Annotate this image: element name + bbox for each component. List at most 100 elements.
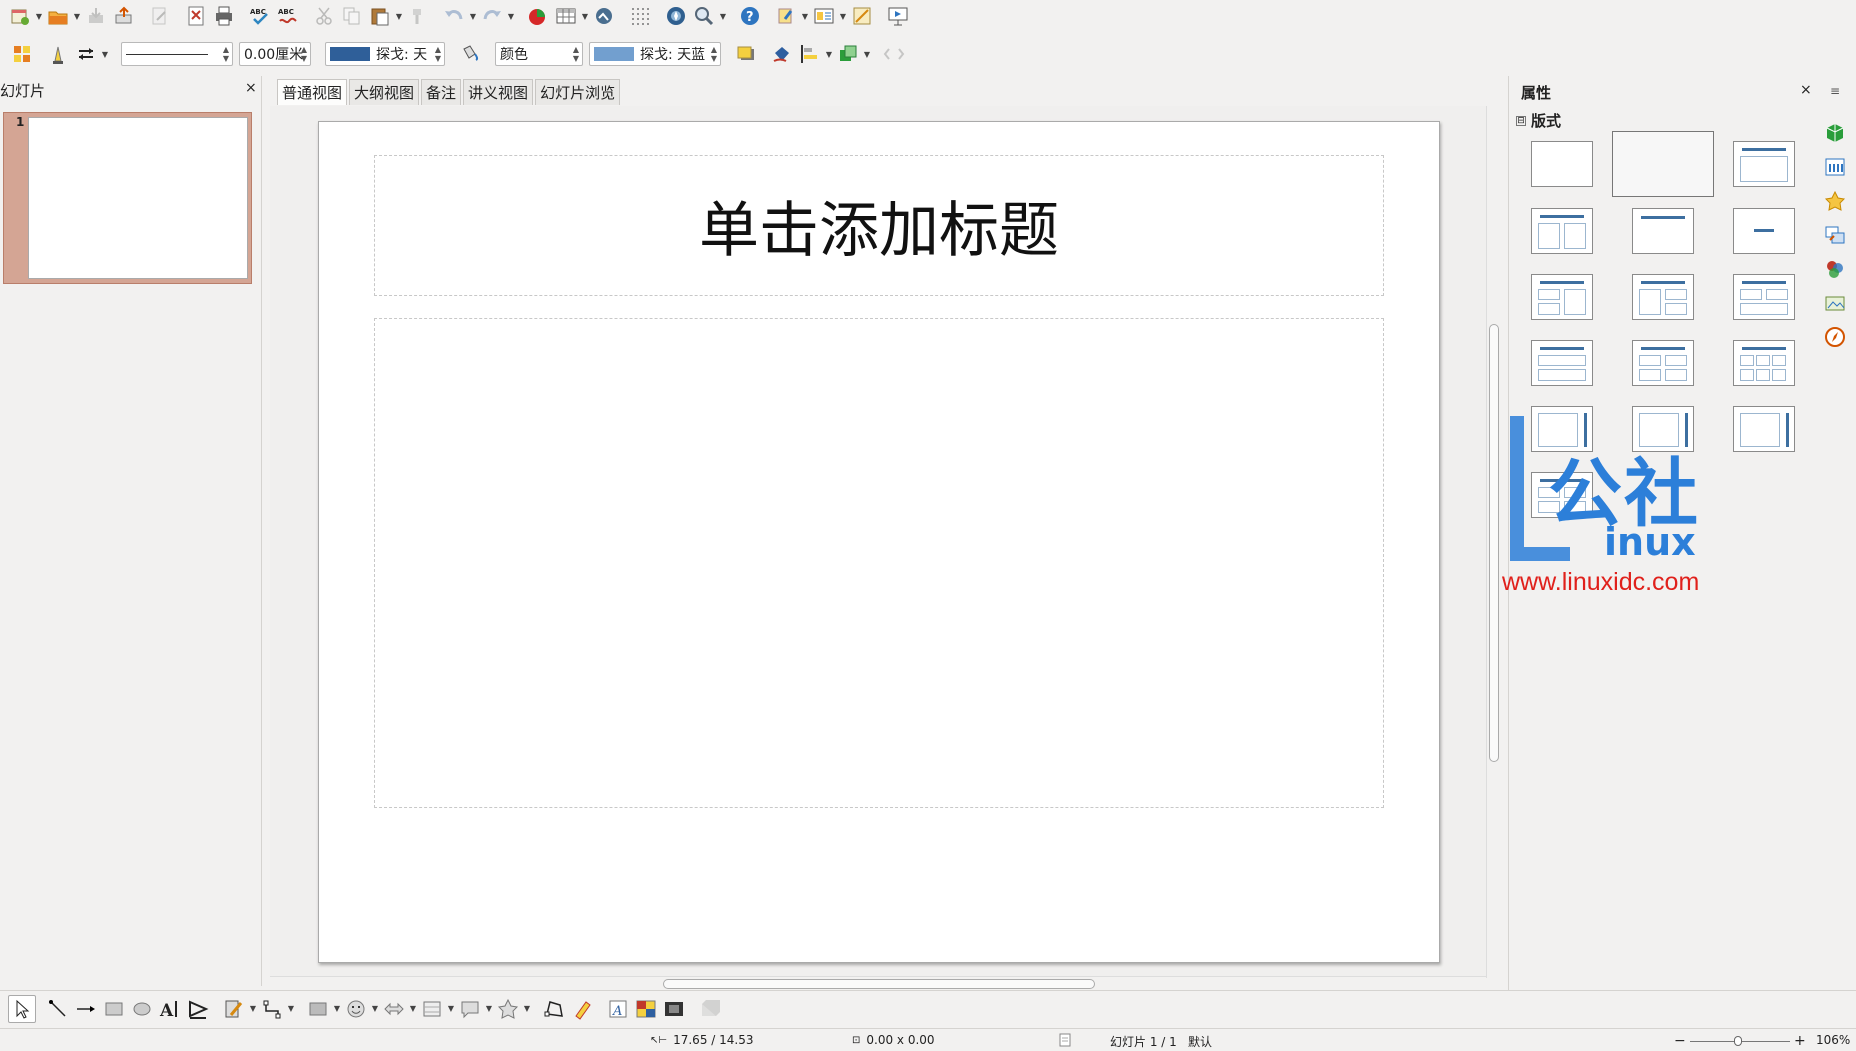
fontwork-icon[interactable] <box>568 995 596 1023</box>
styles-deck-icon[interactable] <box>1824 258 1846 280</box>
horizontal-scrollbar[interactable] <box>270 976 1486 990</box>
line-width-field[interactable]: 0.00厘米 ▲ ▼ <box>239 42 311 66</box>
area-style-select[interactable]: 颜色 ▲ ▼ <box>495 42 583 66</box>
open-folder-icon[interactable] <box>44 2 72 30</box>
basic-shapes-dropdown-arrow[interactable]: ▼ <box>332 995 342 1023</box>
document-modified-icon[interactable] <box>1058 1033 1072 1047</box>
area-color-select[interactable]: 探戈: 天蓝 ▲ ▼ <box>589 42 721 66</box>
slide-layout-dropdown-arrow[interactable]: ▼ <box>838 2 848 30</box>
symbol-shapes-icon[interactable] <box>342 995 370 1023</box>
zoom-level[interactable]: 106% <box>1816 1033 1850 1047</box>
export-icon[interactable] <box>110 2 138 30</box>
table-icon[interactable] <box>552 2 580 30</box>
redo-dropdown-arrow[interactable]: ▼ <box>506 2 516 30</box>
export-pdf-icon[interactable] <box>182 2 210 30</box>
line-tool-icon[interactable] <box>44 995 72 1023</box>
tab-handout-view[interactable]: 讲义视图 <box>463 79 534 105</box>
navigator-deck-icon[interactable] <box>1824 326 1846 348</box>
image-icon[interactable] <box>590 2 618 30</box>
insert-image-icon[interactable] <box>632 995 660 1023</box>
basic-shapes-icon[interactable] <box>304 995 332 1023</box>
insert-textbox-icon[interactable]: A <box>604 995 632 1023</box>
undo-icon[interactable] <box>440 2 468 30</box>
block-arrows-icon[interactable] <box>380 995 408 1023</box>
clone-formatting-icon[interactable] <box>404 2 432 30</box>
select-pointer-icon[interactable] <box>8 994 36 1023</box>
rotate-icon[interactable] <box>768 40 796 68</box>
edit-file-icon[interactable] <box>146 2 174 30</box>
zoom-icon[interactable] <box>690 2 718 30</box>
open-dropdown-arrow[interactable]: ▼ <box>72 2 82 30</box>
tab-slide-sorter[interactable]: 幻灯片浏览 <box>535 79 621 105</box>
connector-tool-icon[interactable] <box>258 995 286 1023</box>
curve-tool-icon[interactable] <box>220 995 248 1023</box>
print-icon[interactable] <box>210 2 238 30</box>
tab-outline-view[interactable]: 大纲视图 <box>349 79 420 105</box>
master-slide-icon[interactable] <box>848 2 876 30</box>
ellipse-tool-icon[interactable] <box>128 995 156 1023</box>
new-document-icon[interactable] <box>6 2 34 30</box>
display-views-icon[interactable] <box>772 2 800 30</box>
paste-dropdown-arrow[interactable]: ▼ <box>394 2 404 30</box>
redo-icon[interactable] <box>478 2 506 30</box>
layout-centered-text[interactable] <box>1733 208 1795 254</box>
layout-blank[interactable] <box>1531 141 1593 187</box>
tab-normal-view[interactable]: 普通视图 <box>277 79 348 105</box>
align-icon[interactable] <box>796 40 824 68</box>
table-dropdown-arrow[interactable]: ▼ <box>580 2 590 30</box>
line-style-select[interactable]: ▲ ▼ <box>121 42 233 66</box>
callouts-icon[interactable] <box>456 995 484 1023</box>
layout-title-2x3[interactable] <box>1733 340 1795 386</box>
zoom-in-button[interactable]: + <box>1794 1033 1806 1049</box>
layout-vertical-title-2col[interactable] <box>1632 406 1694 452</box>
stars-icon[interactable] <box>494 995 522 1023</box>
properties-close-button[interactable]: × <box>1800 82 1812 98</box>
chart-icon[interactable] <box>524 2 552 30</box>
line-icon[interactable] <box>44 40 72 68</box>
layout-title-4cell[interactable] <box>1531 472 1593 518</box>
save-icon[interactable] <box>82 2 110 30</box>
display-views-dropdown-arrow[interactable]: ▼ <box>800 2 810 30</box>
slides-pane-close-button[interactable]: × <box>245 80 257 96</box>
3d-objects-icon[interactable] <box>696 995 724 1023</box>
vertical-text-tool-icon[interactable] <box>184 995 212 1023</box>
slide-canvas[interactable]: 单击添加标题 <box>318 121 1440 963</box>
shadow-icon[interactable] <box>732 40 760 68</box>
layout-title-2x2[interactable] <box>1632 340 1694 386</box>
arrow-style-icon[interactable] <box>72 40 100 68</box>
layouts-section-header[interactable]: ⊟ 版式 <box>1516 110 1561 131</box>
animation-deck-icon[interactable] <box>1824 190 1846 212</box>
line-arrow-tool-icon[interactable] <box>72 995 100 1023</box>
vertical-scrollbar-thumb[interactable] <box>1489 324 1499 762</box>
line-color-select[interactable]: 探戈: 天 ▲ ▼ <box>325 42 445 66</box>
toggle-extrusion-icon[interactable] <box>880 40 908 68</box>
text-tool-icon[interactable]: A <box>156 995 184 1023</box>
slide-thumbnail[interactable]: 1 <box>3 112 252 284</box>
stars-dropdown-arrow[interactable]: ▼ <box>522 995 532 1023</box>
content-placeholder[interactable] <box>374 318 1384 808</box>
layout-title-2col-split-right[interactable] <box>1632 274 1694 320</box>
slide-layout-icon[interactable] <box>810 2 838 30</box>
layout-title-2col-split-left[interactable] <box>1531 274 1593 320</box>
master-slides-deck-icon[interactable] <box>1824 156 1846 178</box>
layout-title-3row[interactable] <box>1531 340 1593 386</box>
align-dropdown-arrow[interactable]: ▼ <box>824 40 834 68</box>
auto-spellcheck-icon[interactable]: ABC <box>274 2 302 30</box>
symbol-shapes-dropdown-arrow[interactable]: ▼ <box>370 995 380 1023</box>
curve-dropdown-arrow[interactable]: ▼ <box>248 995 258 1023</box>
cut-icon[interactable] <box>310 2 338 30</box>
slideshow-icon[interactable] <box>884 2 912 30</box>
zoom-dropdown-arrow[interactable]: ▼ <box>718 2 728 30</box>
flowchart-icon[interactable] <box>418 995 446 1023</box>
help-icon[interactable]: ? <box>736 2 764 30</box>
layout-vertical-content[interactable] <box>1733 406 1795 452</box>
paste-icon[interactable] <box>366 2 394 30</box>
tab-notes-view[interactable]: 备注 <box>421 79 462 105</box>
layout-title-only[interactable] <box>1632 208 1694 254</box>
new-dropdown-arrow[interactable]: ▼ <box>34 2 44 30</box>
flowchart-dropdown-arrow[interactable]: ▼ <box>446 995 456 1023</box>
properties-deck-icon[interactable] <box>1824 122 1846 144</box>
styles-icon[interactable] <box>8 40 36 68</box>
layout-vertical-title-content[interactable] <box>1531 406 1593 452</box>
zoom-slider-knob[interactable] <box>1734 1036 1742 1046</box>
